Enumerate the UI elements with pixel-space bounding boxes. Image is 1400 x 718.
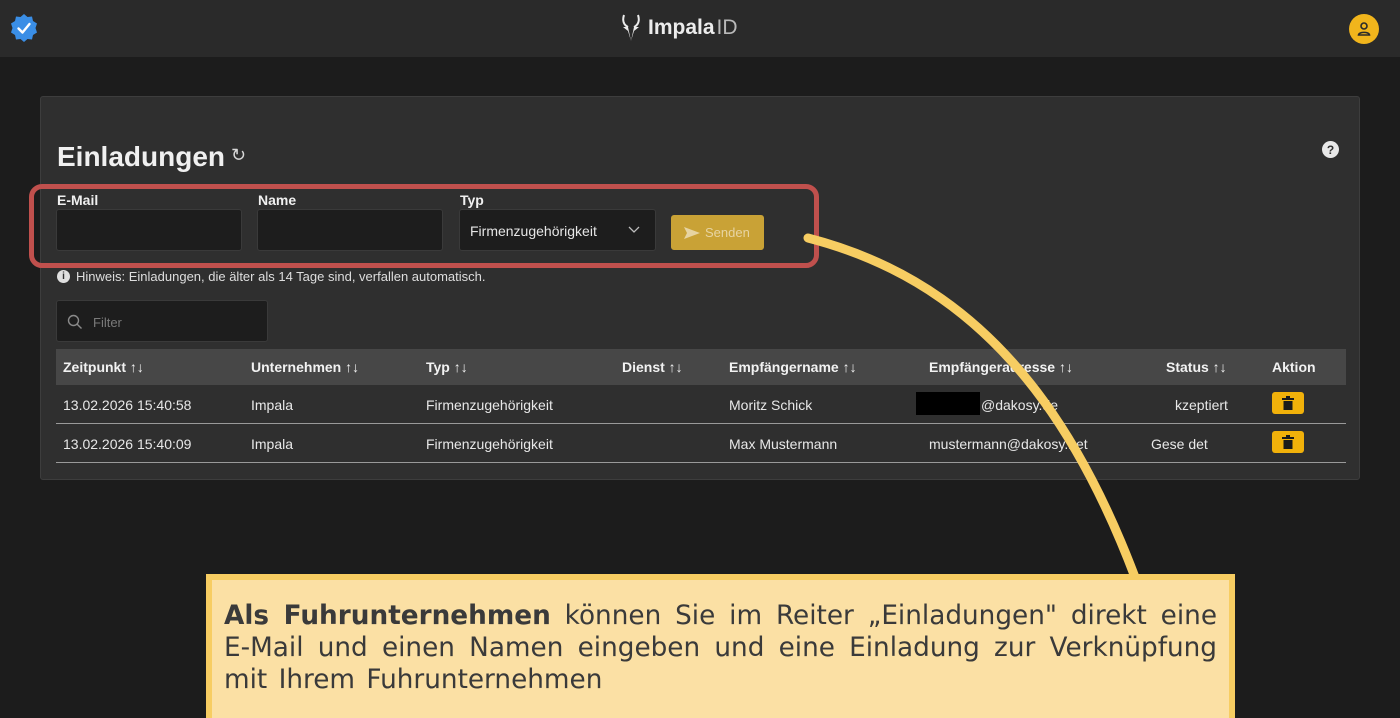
instruction-callout: Als Fuhrunternehmen können Sie im Reiter…: [206, 574, 1235, 718]
callout-text: Als Fuhrunternehmen können Sie im Reiter…: [212, 580, 1229, 696]
app-window: Impala ID Einladungen ↻ ? E-Mail Name Ty…: [0, 0, 1400, 718]
callout-bold: Als Fuhrunternehmen: [224, 601, 551, 631]
